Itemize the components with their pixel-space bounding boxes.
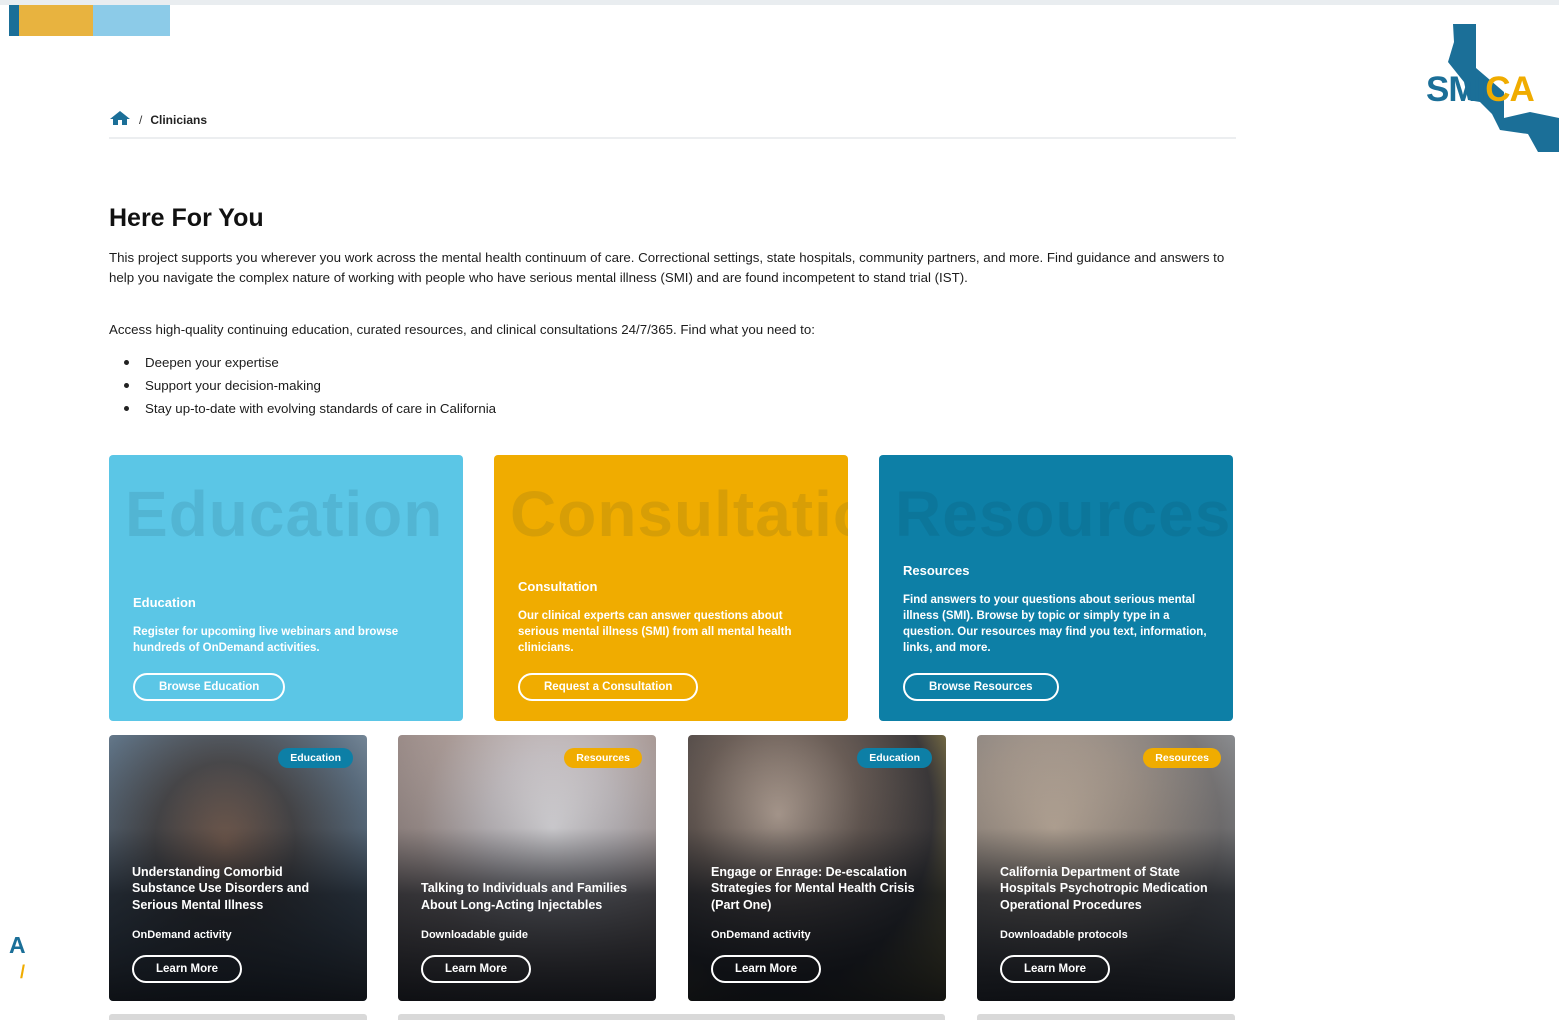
feature-bg-word: Consultation: [510, 478, 848, 550]
learn-more-button[interactable]: Learn More: [1000, 955, 1110, 983]
home-icon[interactable]: [109, 110, 131, 129]
brand-stripes: [9, 5, 170, 36]
feature-text: Register for upcoming live webinars and …: [133, 626, 399, 654]
logo-text-ca: CA: [1485, 70, 1535, 109]
card-type: OnDemand activity: [132, 929, 232, 941]
card-peek: [109, 1014, 367, 1020]
card-title[interactable]: Understanding Comorbid Substance Use Dis…: [132, 864, 349, 914]
content-card[interactable]: Education Engage or Enrage: De-escalatio…: [688, 735, 946, 1001]
list-item-text: Support your decision-making: [145, 377, 321, 393]
page-title: Here For You: [109, 204, 264, 232]
intro-paragraph-1: This project supports you wherever you w…: [109, 250, 1225, 285]
browse-education-button[interactable]: Browse Education: [133, 673, 286, 701]
content-card[interactable]: Resources California Department of State…: [977, 735, 1235, 1001]
card-title[interactable]: Talking to Individuals and Families Abou…: [421, 880, 638, 913]
learn-more-button[interactable]: Learn More: [711, 955, 821, 983]
list-item: Stay up-to-date with evolving standards …: [109, 397, 496, 420]
feature-education: Education Education Register for upcomin…: [109, 455, 463, 721]
feature-bg-word: Education: [125, 478, 444, 550]
card-type: OnDemand activity: [711, 929, 811, 941]
feature-title: Education: [133, 595, 196, 610]
feature-title: Resources: [903, 563, 970, 578]
list-item: Deepen your expertise: [109, 351, 496, 374]
content-card[interactable]: Resources Talking to Individuals and Fam…: [398, 735, 656, 1001]
content-card[interactable]: Education Understanding Comorbid Substan…: [109, 735, 367, 1001]
card-badge: Education: [278, 748, 353, 768]
card-badge: Resources: [564, 748, 642, 768]
learn-more-button[interactable]: Learn More: [421, 955, 531, 983]
card-title[interactable]: Engage or Enrage: De-escalation Strategi…: [711, 864, 928, 914]
card-title[interactable]: California Department of State Hospitals…: [1000, 864, 1217, 914]
feature-consultation: Consultation Consultation Our clinical e…: [494, 455, 848, 721]
card-peek: [398, 1014, 945, 1020]
logo-text-smi: SMI: [1426, 70, 1486, 109]
side-fragment-a: A: [9, 932, 26, 958]
feature-text: Our clinical experts can answer question…: [518, 610, 792, 654]
learn-more-button[interactable]: Learn More: [132, 955, 242, 983]
goals-list: Deepen your expertise Support your decis…: [109, 351, 496, 420]
card-badge: Education: [857, 748, 932, 768]
card-badge: Resources: [1143, 748, 1221, 768]
browse-resources-button[interactable]: Browse Resources: [903, 673, 1059, 701]
top-bar: [0, 0, 1559, 5]
card-type: Downloadable guide: [421, 929, 528, 941]
request-consultation-button[interactable]: Request a Consultation: [518, 673, 699, 701]
card-type: Downloadable protocols: [1000, 929, 1128, 941]
feature-text: Find answers to your questions about ser…: [903, 594, 1207, 654]
list-item-text: Stay up-to-date with evolving standards …: [145, 400, 497, 416]
breadcrumb-current: Clinicians: [150, 112, 208, 127]
side-fragment-b: /: [20, 962, 26, 982]
card-peek: [977, 1014, 1235, 1020]
list-item-text: Deepen your expertise: [145, 354, 279, 370]
divider: [109, 137, 1236, 139]
smica-logo[interactable]: SMICA: [1420, 22, 1559, 154]
feature-resources: Resources Resources Find answers to your…: [879, 455, 1233, 721]
breadcrumb-separator: /: [139, 112, 143, 127]
intro-paragraph-2: Access high-quality continuing education…: [109, 322, 815, 337]
feature-title: Consultation: [518, 579, 598, 594]
feature-bg-word: Resources: [895, 478, 1232, 550]
list-item: Support your decision-making: [109, 374, 496, 397]
breadcrumb: / Clinicians: [109, 110, 207, 129]
